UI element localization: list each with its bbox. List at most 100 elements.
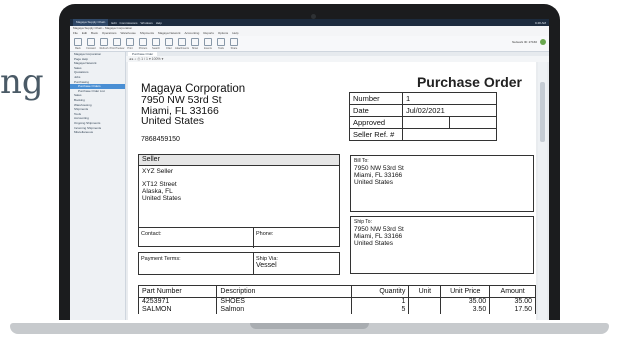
po-info-table: Number 1 Date Jul/02/2021 Approved Selle…	[349, 92, 497, 141]
approved-label: Approved	[349, 116, 403, 129]
document-title: Purchase Order	[416, 74, 522, 90]
scrollbar-thumb[interactable]	[540, 82, 545, 142]
bill-to-line: 7950 NW 53rd St	[354, 165, 404, 172]
seller-ref-label: Seller Ref. #	[349, 128, 403, 141]
preview-icon	[113, 38, 121, 46]
taskbar-item[interactable]: Windows	[141, 21, 153, 25]
col-unit: Unit	[408, 285, 442, 298]
ship-to-line: Miami, FL 33166	[354, 233, 403, 240]
approved-extra	[449, 116, 497, 129]
company-block: Magaya Corporation 7950 NW 53rd St Miami…	[141, 83, 245, 128]
app-screen: Magaya Supply Chain Edit Commissions Win…	[70, 19, 549, 320]
company-phone: 7868459150	[141, 136, 180, 143]
refresh-button[interactable]: Refresh	[99, 36, 109, 50]
taskbar-item[interactable]: Edit	[111, 21, 116, 25]
cell-quantity: 5	[351, 306, 410, 314]
filter-icon	[165, 38, 173, 46]
bill-to-label: Bill To:	[354, 158, 369, 164]
bill-to-line: Miami, FL 33166	[354, 172, 403, 179]
table-row: SALMON Salmon 5 3.50 17.50	[137, 306, 536, 314]
tools-button[interactable]: Tools	[216, 36, 226, 50]
back-icon	[74, 38, 82, 46]
laptop-base	[0, 319, 619, 341]
ship-to-label: Ship To:	[354, 219, 372, 225]
date-label: Date	[349, 104, 403, 117]
seller-name: XYZ Seller	[142, 168, 174, 175]
share-icon	[230, 38, 238, 46]
contact-label: Contact:	[139, 228, 254, 248]
cell-unit-price: 3.50	[440, 306, 491, 314]
filter-button[interactable]: Filter	[164, 36, 174, 50]
events-button[interactable]: Events	[203, 36, 213, 50]
search-icon	[152, 38, 160, 46]
cell-part: SALMON	[137, 306, 218, 314]
paperclip-icon	[178, 38, 186, 46]
cell-description: Salmon	[216, 306, 353, 314]
taskbar-app[interactable]: Magaya Supply Chain	[73, 19, 109, 26]
refresh-icon	[100, 38, 108, 46]
ship-via-cell: Ship Via: Vessel	[254, 253, 280, 274]
print-button[interactable]: Print	[125, 36, 135, 50]
eye-icon	[191, 38, 199, 46]
vertical-scrollbar[interactable]	[538, 62, 547, 320]
cell-quantity: 1	[351, 297, 410, 306]
seller-contact-row: Contact: Phone:	[139, 227, 339, 248]
share-button[interactable]: Share	[229, 36, 239, 50]
number-value: 1	[402, 92, 497, 105]
bill-to-line: United States	[354, 179, 394, 186]
cell-amount: 35.00	[489, 297, 536, 306]
company-address-line: 7950 NW 53rd St	[141, 93, 222, 106]
laptop-notch	[250, 323, 369, 329]
number-label: Number	[349, 92, 403, 105]
col-description: Description	[216, 285, 353, 298]
seller-address-line: United States	[142, 195, 182, 202]
date-value: Jul/02/2021	[402, 104, 497, 117]
print-preview-button[interactable]: Print Preview	[110, 36, 124, 50]
search-button[interactable]: Search	[151, 36, 161, 50]
printers-button[interactable]: Printers	[138, 36, 148, 50]
col-amount: Amount	[489, 285, 536, 298]
printers-icon	[139, 38, 147, 46]
ship-to-box: Ship To: 7950 NW 53rd St Miami, FL 33166…	[350, 216, 534, 274]
company-address-line: United States	[141, 115, 205, 128]
ship-via-value: Vessel	[256, 262, 277, 269]
approved-value	[402, 116, 450, 129]
sidebar-item[interactable]: Miscellaneous	[70, 130, 125, 135]
ship-to-line: 7950 NW 53rd St	[354, 226, 404, 233]
seller-ref-value	[402, 128, 497, 141]
attachments-button[interactable]: Attachments	[175, 36, 189, 50]
seller-box: Seller XYZ Seller XT12 Street Alaska, FL…	[138, 154, 340, 248]
cell-unit	[408, 297, 442, 306]
back-button[interactable]: Back	[73, 36, 83, 50]
cell-unit-price: 35.00	[440, 297, 491, 306]
cell-part: 4253971	[137, 297, 218, 306]
user-area: Network ID: 27160	[512, 39, 546, 45]
col-part-number: Part Number	[137, 285, 218, 298]
taskbar-item[interactable]: Help	[156, 21, 162, 25]
taskbar-item[interactable]: Commissions	[120, 21, 138, 25]
table-header: Part Number Description Quantity Unit Un…	[137, 285, 536, 298]
clock-icon	[204, 38, 212, 46]
printer-icon	[126, 38, 134, 46]
taskbar-clock: 9:48 AM	[534, 20, 546, 25]
cell-amount: 17.50	[489, 306, 536, 314]
col-quantity: Quantity	[351, 285, 410, 298]
col-unit-price: Unit Price	[440, 285, 491, 298]
purchase-order-document: Purchase Order Magaya Corporation 7950 N…	[128, 62, 536, 320]
wrench-icon	[217, 38, 225, 46]
background-text: ng	[0, 62, 44, 102]
network-id: Network ID: 27160	[512, 40, 537, 44]
cell-unit	[408, 306, 442, 314]
ribbon-toolbar: Back Forward Refresh Print Preview Print…	[70, 36, 549, 52]
forward-button[interactable]: Forward	[86, 36, 96, 50]
seller-header: Seller	[139, 155, 339, 166]
cell-description: SHOES	[216, 297, 353, 306]
show-button[interactable]: Show	[190, 36, 200, 50]
table-row: 4253971 SHOES 1 35.00 35.00	[137, 297, 536, 306]
payment-box: Payment Terms: Ship Via: Vessel	[138, 252, 340, 275]
payment-terms-label: Payment Terms:	[139, 253, 254, 274]
seller-address: XT12 Street Alaska, FL United States	[139, 175, 339, 202]
bill-to-box: Bill To: 7950 NW 53rd St Miami, FL 33166…	[350, 155, 534, 212]
seller-address-line: Alaska, FL	[142, 188, 173, 195]
ship-to-line: United States	[354, 240, 394, 247]
